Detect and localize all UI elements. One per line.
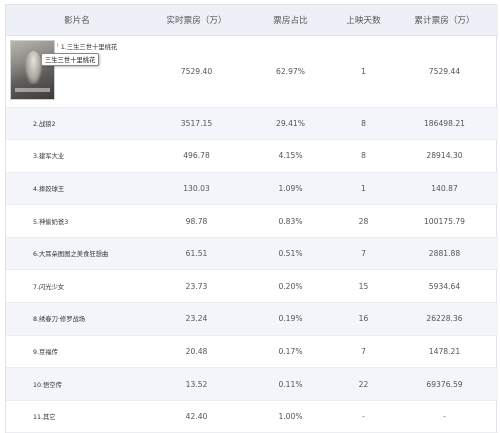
movie-name[interactable]: 8.绣春刀·修罗战场 <box>6 302 148 336</box>
table-row[interactable]: 8.绣春刀·修罗战场 23.24 0.19% 16 26228.36 <box>6 302 498 336</box>
boxoffice-share: 0.19% <box>245 302 336 336</box>
cumulative-boxoffice: 1478.21 <box>391 335 498 369</box>
box-office-table: 影片名 实时票房（万） 票房占比 上映天数 累计票房（万） ╵1.三生三世十里桃… <box>6 5 498 433</box>
realtime-boxoffice: 98.78 <box>148 204 245 238</box>
movie-name[interactable]: 3.建军大业 <box>6 139 148 173</box>
days-released: 7 <box>336 237 391 271</box>
realtime-boxoffice: 13.52 <box>148 367 245 401</box>
table-row-top[interactable]: ╵1.三生三世十里桃花 三生三世十里桃花 7529.40 62.97% 1 75… <box>6 35 498 108</box>
table-row[interactable]: 4.摔跤球王 130.03 1.09% 1 140.87 <box>6 172 498 206</box>
top-movie-cell[interactable]: ╵1.三生三世十里桃花 三生三世十里桃花 <box>6 35 148 108</box>
poster-figure <box>25 50 42 84</box>
top-movie-title[interactable]: ╵1.三生三世十里桃花 <box>56 42 117 51</box>
header-days-released: 上映天数 <box>336 5 391 36</box>
table-row[interactable]: 7.闪光少女 23.73 0.20% 15 5934.64 <box>6 269 498 304</box>
movie-name[interactable]: 9.豆福传 <box>6 335 148 369</box>
realtime-boxoffice: 23.73 <box>148 269 245 304</box>
header-boxoffice-share: 票房占比 <box>245 5 336 36</box>
realtime-boxoffice: 42.40 <box>148 400 245 433</box>
days-released: 22 <box>336 367 391 401</box>
cumulative-boxoffice: 69376.59 <box>391 367 498 401</box>
days-released: 8 <box>336 107 391 141</box>
table-row[interactable]: 5.神偷奶爸3 98.78 0.83% 28 100175.79 <box>6 204 498 238</box>
days-released: 15 <box>336 269 391 304</box>
cumulative-boxoffice: 140.87 <box>391 172 498 206</box>
cumulative-boxoffice: 5934.64 <box>391 269 498 304</box>
movie-poster-image[interactable] <box>10 39 55 100</box>
boxoffice-share: 29.41% <box>245 107 336 141</box>
days-released: 7 <box>336 335 391 369</box>
days-released: 8 <box>336 139 391 173</box>
cumulative-boxoffice: 28914.30 <box>391 139 498 173</box>
movie-name[interactable]: 5.神偷奶爸3 <box>6 204 148 238</box>
header-realtime-boxoffice: 实时票房（万） <box>148 5 245 36</box>
cumulative-boxoffice: - <box>391 400 498 433</box>
header-movie-name: 影片名 <box>6 5 148 36</box>
boxoffice-share: 4.15% <box>245 139 336 173</box>
boxoffice-share: 0.11% <box>245 367 336 401</box>
realtime-boxoffice: 496.78 <box>148 139 245 173</box>
movie-name[interactable]: 4.摔跤球王 <box>6 172 148 206</box>
cumulative-boxoffice: 26228.36 <box>391 302 498 336</box>
movie-name[interactable]: 11.其它 <box>6 400 148 433</box>
table-row[interactable]: 9.豆福传 20.48 0.17% 7 1478.21 <box>6 335 498 369</box>
days-released: 28 <box>336 204 391 238</box>
movie-name[interactable]: 10.悟空传 <box>6 367 148 401</box>
table-header-row: 影片名 实时票房（万） 票房占比 上映天数 累计票房（万） <box>6 5 498 36</box>
boxoffice-share: 0.17% <box>245 335 336 369</box>
top-realtime: 7529.40 <box>148 35 245 108</box>
poster-caption-strip <box>15 87 50 92</box>
boxoffice-share: 0.20% <box>245 269 336 304</box>
pin-icon: ╵ <box>56 43 60 51</box>
top-share: 62.97% <box>245 35 336 108</box>
table-row[interactable]: 3.建军大业 496.78 4.15% 8 28914.30 <box>6 139 498 173</box>
movie-title-tooltip: 三生三世十里桃花 <box>41 52 100 66</box>
top-days: 1 <box>336 35 391 108</box>
days-released: 1 <box>336 172 391 206</box>
boxoffice-share: 0.83% <box>245 204 336 238</box>
top-movie-title-text: 1.三生三世十里桃花 <box>60 43 118 51</box>
cumulative-boxoffice: 100175.79 <box>391 204 498 238</box>
table-row[interactable]: 2.战狼2 3517.15 29.41% 8 186498.21 <box>6 107 498 141</box>
realtime-boxoffice: 3517.15 <box>148 107 245 141</box>
cumulative-boxoffice: 186498.21 <box>391 107 498 141</box>
movie-name[interactable]: 7.闪光少女 <box>6 269 148 304</box>
movie-name[interactable]: 6.大耳朵图图之美食狂想曲 <box>6 237 148 271</box>
realtime-boxoffice: 20.48 <box>148 335 245 369</box>
header-cumulative-boxoffice: 累计票房（万） <box>391 5 498 36</box>
table-row[interactable]: 11.其它 42.40 1.00% - - <box>6 400 498 433</box>
realtime-boxoffice: 130.03 <box>148 172 245 206</box>
boxoffice-share: 1.00% <box>245 400 336 433</box>
box-office-board: 影片名 实时票房（万） 票房占比 上映天数 累计票房（万） ╵1.三生三世十里桃… <box>5 4 498 433</box>
top-cumulative: 7529.44 <box>391 35 498 108</box>
movie-name[interactable]: 2.战狼2 <box>6 107 148 141</box>
realtime-boxoffice: 23.24 <box>148 302 245 336</box>
boxoffice-share: 1.09% <box>245 172 336 206</box>
boxoffice-share: 0.51% <box>245 237 336 271</box>
days-released: - <box>336 400 391 433</box>
days-released: 16 <box>336 302 391 336</box>
table-row[interactable]: 6.大耳朵图图之美食狂想曲 61.51 0.51% 7 2881.88 <box>6 237 498 271</box>
table-row[interactable]: 10.悟空传 13.52 0.11% 22 69376.59 <box>6 367 498 401</box>
realtime-boxoffice: 61.51 <box>148 237 245 271</box>
cumulative-boxoffice: 2881.88 <box>391 237 498 271</box>
